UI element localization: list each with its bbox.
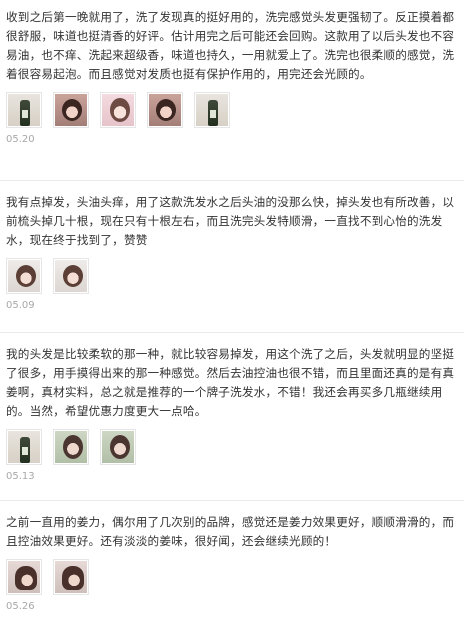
review-image[interactable] [53,429,89,465]
review-text: 我的头发是比较柔软的那一种，就比较容易掉发，用这个洗了之后，头发就明显的坚挺了很… [6,347,455,418]
woman-photo [102,431,134,463]
review-item: 收到之后第一晚就用了，洗了发现真的挺好用的，洗完感觉头发更强韧了。反正摸着都很舒… [0,0,464,181]
review-date: 05.13 [6,471,35,482]
review-text: 之前一直用的姜力，偶尔用了几次别的品牌，感觉还是姜力效果更好，顺顺滑滑的，而且控… [6,515,455,548]
review-image[interactable] [100,429,136,465]
product-bottle-photo [8,431,40,463]
woman-photo [55,260,87,292]
review-image[interactable] [100,92,136,128]
woman-photo [8,260,40,292]
review-image[interactable] [6,92,42,128]
review-list: 收到之后第一晚就用了，洗了发现真的挺好用的，洗完感觉头发更强韧了。反正摸着都很舒… [0,0,464,628]
review-item: 之前一直用的姜力，偶尔用了几次别的品牌，感觉还是姜力效果更好，顺顺滑滑的，而且控… [0,501,464,628]
review-text: 收到之后第一晚就用了，洗了发现真的挺好用的，洗完感觉头发更强韧了。反正摸着都很舒… [6,10,455,81]
review-image-row [6,258,458,294]
review-image-row [6,92,458,128]
review-image[interactable] [6,559,42,595]
product-bottle-photo [196,94,228,126]
review-image[interactable] [53,92,89,128]
review-image[interactable] [6,258,42,294]
woman-photo [55,431,87,463]
review-date: 05.09 [6,300,35,311]
review-date: 05.20 [6,134,35,145]
review-image[interactable] [194,92,230,128]
review-image-row [6,559,458,595]
woman-photo [102,94,134,126]
review-item: 我有点掉发，头油头痒，用了这款洗发水之后头油的没那么快，掉头发也有所改善，以前梳… [0,181,464,333]
woman-photo [55,561,87,593]
woman-photo [55,94,87,126]
woman-photo [149,94,181,126]
review-date: 05.26 [6,601,35,612]
review-item: 我的头发是比较柔软的那一种，就比较容易掉发，用这个洗了之后，头发就明显的坚挺了很… [0,333,464,501]
review-image[interactable] [147,92,183,128]
review-image[interactable] [53,258,89,294]
woman-photo [8,561,40,593]
review-image-row [6,429,458,465]
review-image[interactable] [53,559,89,595]
review-image[interactable] [6,429,42,465]
review-text: 我有点掉发，头油头痒，用了这款洗发水之后头油的没那么快，掉头发也有所改善，以前梳… [6,195,455,247]
product-bottle-photo [8,94,40,126]
